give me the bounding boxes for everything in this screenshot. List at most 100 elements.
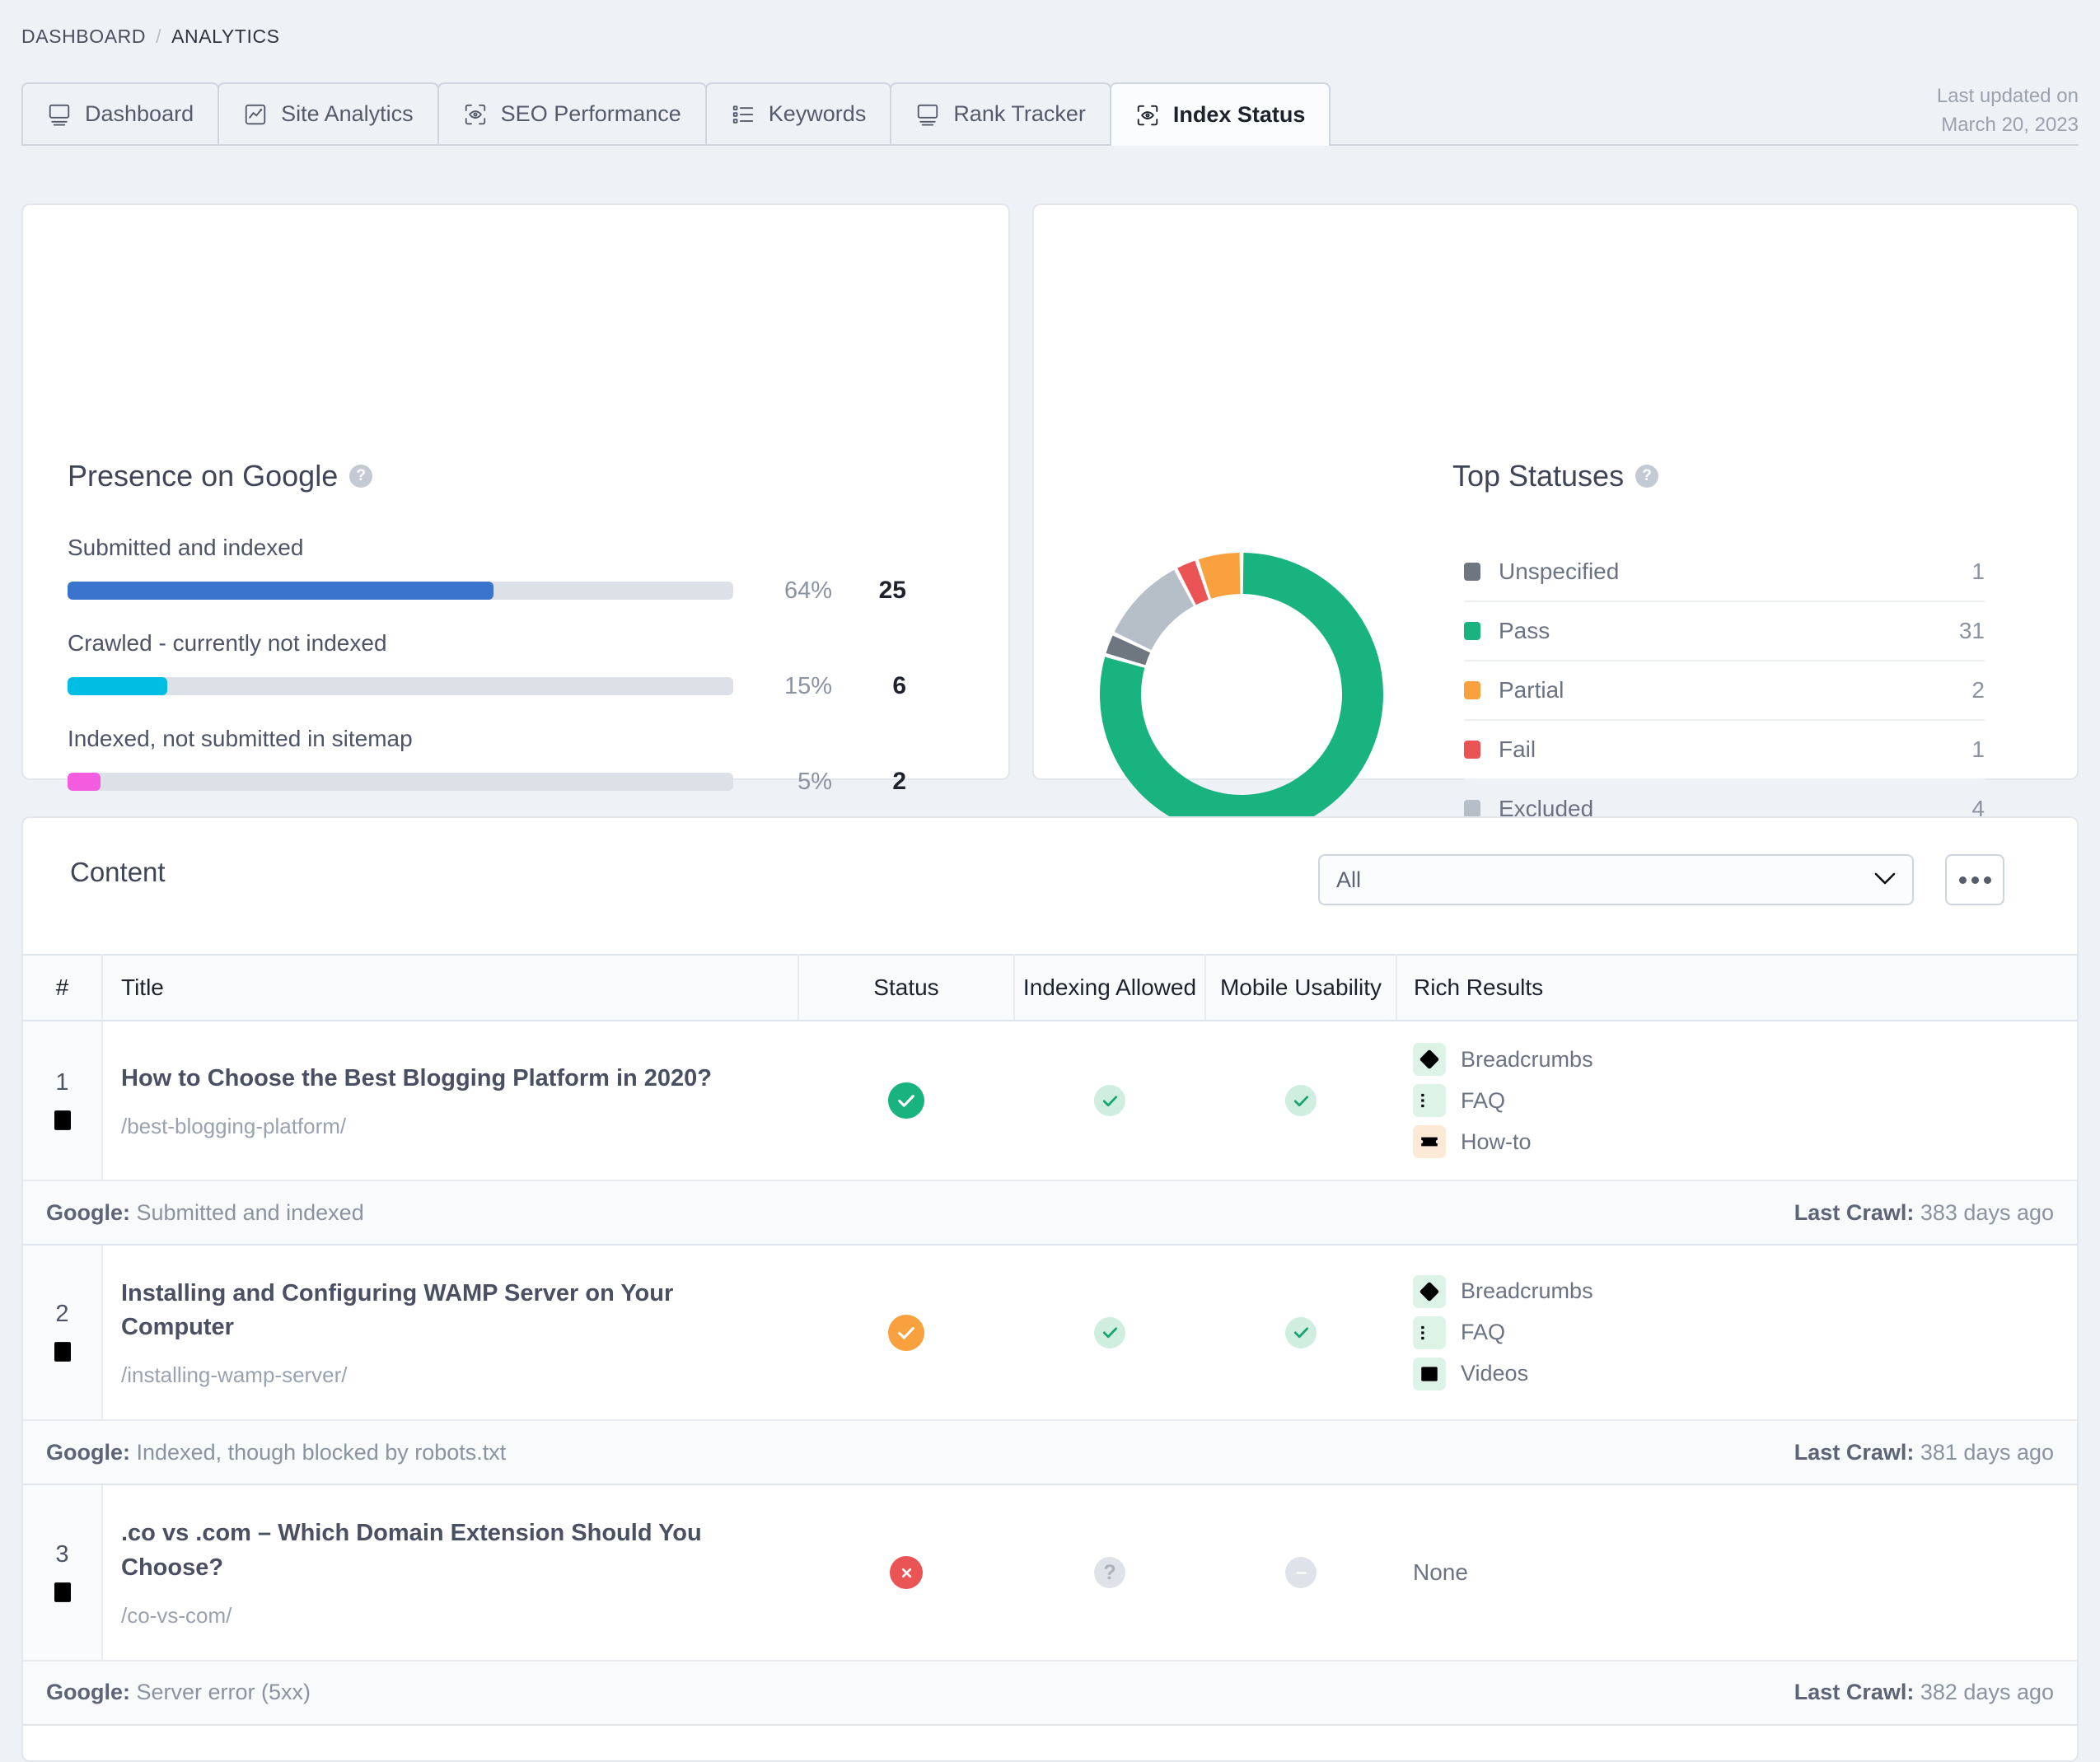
- rich-result-item[interactable]: Breadcrumbs: [1413, 1043, 2077, 1076]
- content-filter-select[interactable]: All: [1318, 854, 1914, 905]
- rich-result-label: FAQ: [1461, 1087, 1506, 1113]
- content-title: Content: [70, 857, 166, 887]
- ellipsis-dot: [1958, 876, 1967, 884]
- rich-result-label: Breadcrumbs: [1461, 1046, 1593, 1072]
- row-title[interactable]: How to Choose the Best Blogging Platform…: [121, 1062, 775, 1096]
- table-row[interactable]: 2 Installing and Configuring WAMP Server …: [23, 1245, 2077, 1421]
- rich-result-item[interactable]: Breadcrumbs: [1413, 1274, 2077, 1308]
- tab-rank-tracker[interactable]: Rank Tracker: [890, 82, 1111, 144]
- ellipsis-dot: [1971, 876, 1979, 884]
- row-title[interactable]: Installing and Configuring WAMP Server o…: [121, 1277, 775, 1344]
- column-header-mobile-usability[interactable]: Mobile Usability: [1205, 954, 1397, 1021]
- statuses-title-text: Top Statuses: [1452, 459, 1625, 493]
- rich-result-item[interactable]: FAQ: [1413, 1316, 2077, 1349]
- tab-keywords[interactable]: Keywords: [704, 82, 892, 144]
- legend-color-swatch: [1464, 563, 1480, 581]
- presence-bar-label: Crawled - currently not indexed: [68, 630, 387, 656]
- tab-label: Site Analytics: [281, 101, 414, 126]
- row-indexing-allowed-cell: [1014, 1021, 1205, 1180]
- row-footer-cell: Google: Submitted and indexed Last Crawl:…: [23, 1180, 2077, 1246]
- presence-count: 25: [878, 577, 906, 604]
- breadcrumb-parent[interactable]: DASHBOARD: [21, 26, 146, 48]
- legend-color-swatch: [1464, 622, 1480, 640]
- tab-dashboard[interactable]: Dashboard: [21, 82, 220, 144]
- legend-row[interactable]: Unspecified 1: [1464, 543, 1985, 602]
- table-body: 1 How to Choose the Best Blogging Platfor…: [23, 1021, 2077, 1726]
- last-crawl-label: Last Crawl:: [1794, 1439, 1915, 1465]
- eye-scan-icon: [1135, 103, 1160, 128]
- more-options-button[interactable]: [1945, 854, 2004, 905]
- google-status: Google: Server error (5xx): [46, 1680, 311, 1705]
- legend-row[interactable]: Pass 31: [1464, 602, 1985, 661]
- google-status: Google: Indexed, though blocked by robot…: [46, 1440, 506, 1465]
- status-badge-partial: [888, 1314, 924, 1351]
- row-number: 3: [55, 1540, 69, 1568]
- document-icon: [23, 1580, 101, 1605]
- row-url[interactable]: /installing-wamp-server/: [121, 1362, 775, 1388]
- tab-index-status[interactable]: Index Status: [1109, 82, 1331, 146]
- eye-scan-icon: [463, 102, 488, 127]
- column-header-[interactable]: #: [23, 954, 103, 1021]
- rich-results-none: None: [1413, 1559, 1468, 1586]
- list-icon: [731, 102, 755, 127]
- tab-seo-performance[interactable]: SEO Performance: [437, 82, 707, 144]
- tab-site-analytics[interactable]: Site Analytics: [217, 82, 439, 144]
- presence-on-google-card: Presence on Google ? Submitted and index…: [21, 203, 1010, 890]
- last-crawl-value: 381 days ago: [1920, 1439, 2054, 1465]
- status-legend: Unspecified 1 Pass 31 Partial 2 Fail 1 Excluded 4: [1464, 543, 1985, 839]
- document-icon: [23, 1339, 101, 1364]
- content-filter-value: All: [1336, 867, 1362, 892]
- help-icon[interactable]: ?: [1635, 465, 1659, 488]
- monitor-icon: [47, 102, 72, 127]
- presence-bar-label: Indexed, not submitted in sitemap: [68, 726, 413, 751]
- row-number-cell: 3: [23, 1484, 103, 1661]
- legend-value: 2: [1971, 677, 1985, 703]
- table-row[interactable]: 3 .co vs .com – Which Domain Extension Sh…: [23, 1484, 2077, 1661]
- column-header-title[interactable]: Title: [102, 954, 799, 1021]
- google-status-value: Indexed, though blocked by robots.txt: [136, 1439, 507, 1465]
- column-header-indexing-allowed[interactable]: Indexing Allowed: [1014, 954, 1206, 1021]
- rich-result-item[interactable]: How-to: [1413, 1125, 2077, 1158]
- table-row[interactable]: 1 How to Choose the Best Blogging Platfor…: [23, 1021, 2077, 1180]
- document-icon: [23, 1108, 101, 1133]
- video-film-icon: [1413, 1357, 1446, 1390]
- last-crawl-label: Last Crawl:: [1794, 1680, 1915, 1705]
- presence-progress-fill: [68, 582, 494, 600]
- row-url[interactable]: /best-blogging-platform/: [121, 1114, 775, 1139]
- row-mobile-usability-cell: [1205, 1021, 1396, 1180]
- legend-label: Fail: [1499, 736, 1536, 762]
- rich-result-item[interactable]: Videos: [1413, 1357, 2077, 1390]
- status-badge-pass: [1285, 1085, 1317, 1116]
- help-icon[interactable]: ?: [349, 465, 373, 488]
- legend-color-swatch: [1464, 800, 1480, 818]
- status-badge-pass: [888, 1082, 924, 1119]
- column-header-rich-results[interactable]: Rich Results: [1396, 954, 2077, 1021]
- presence-bar-row: Indexed, not submitted in sitemap 5% 2: [68, 726, 974, 796]
- legend-row[interactable]: Fail 1: [1464, 721, 1985, 780]
- faq-list-icon: [1413, 1316, 1446, 1349]
- last-crawl: Last Crawl: 383 days ago: [1794, 1200, 2054, 1226]
- row-rich-results-cell: Breadcrumbs FAQ How-to: [1396, 1021, 2077, 1180]
- rich-result-item[interactable]: FAQ: [1413, 1084, 2077, 1117]
- row-number-cell: 1: [23, 1021, 103, 1180]
- last-updated-line2: March 20, 2023: [1941, 113, 2079, 136]
- breadcrumb: DASHBOARD / ANALYTICS: [21, 26, 280, 48]
- legend-label: Pass: [1499, 618, 1550, 643]
- table-row-footer: Google: Indexed, though blocked by robot…: [23, 1419, 2077, 1486]
- row-url[interactable]: /co-vs-com/: [121, 1603, 775, 1629]
- status-badge-excluded: [1285, 1557, 1317, 1589]
- faq-list-icon: [1413, 1084, 1446, 1117]
- row-title[interactable]: .co vs .com – Which Domain Extension Sho…: [121, 1517, 775, 1584]
- row-number: 1: [55, 1068, 69, 1096]
- row-title-cell: .co vs .com – Which Domain Extension Sho…: [102, 1484, 798, 1660]
- breadcrumbs-icon: [1413, 1274, 1446, 1308]
- tab-label: Dashboard: [85, 101, 194, 126]
- column-header-status[interactable]: Status: [798, 954, 1015, 1021]
- last-crawl: Last Crawl: 381 days ago: [1794, 1440, 2054, 1465]
- rich-result-label: Videos: [1461, 1361, 1529, 1386]
- row-status-cell: [798, 1245, 1014, 1420]
- presence-progress-track: [68, 773, 733, 791]
- legend-row[interactable]: Partial 2: [1464, 661, 1985, 721]
- presence-bar-label: Submitted and indexed: [68, 535, 304, 560]
- legend-color-swatch: [1464, 741, 1480, 759]
